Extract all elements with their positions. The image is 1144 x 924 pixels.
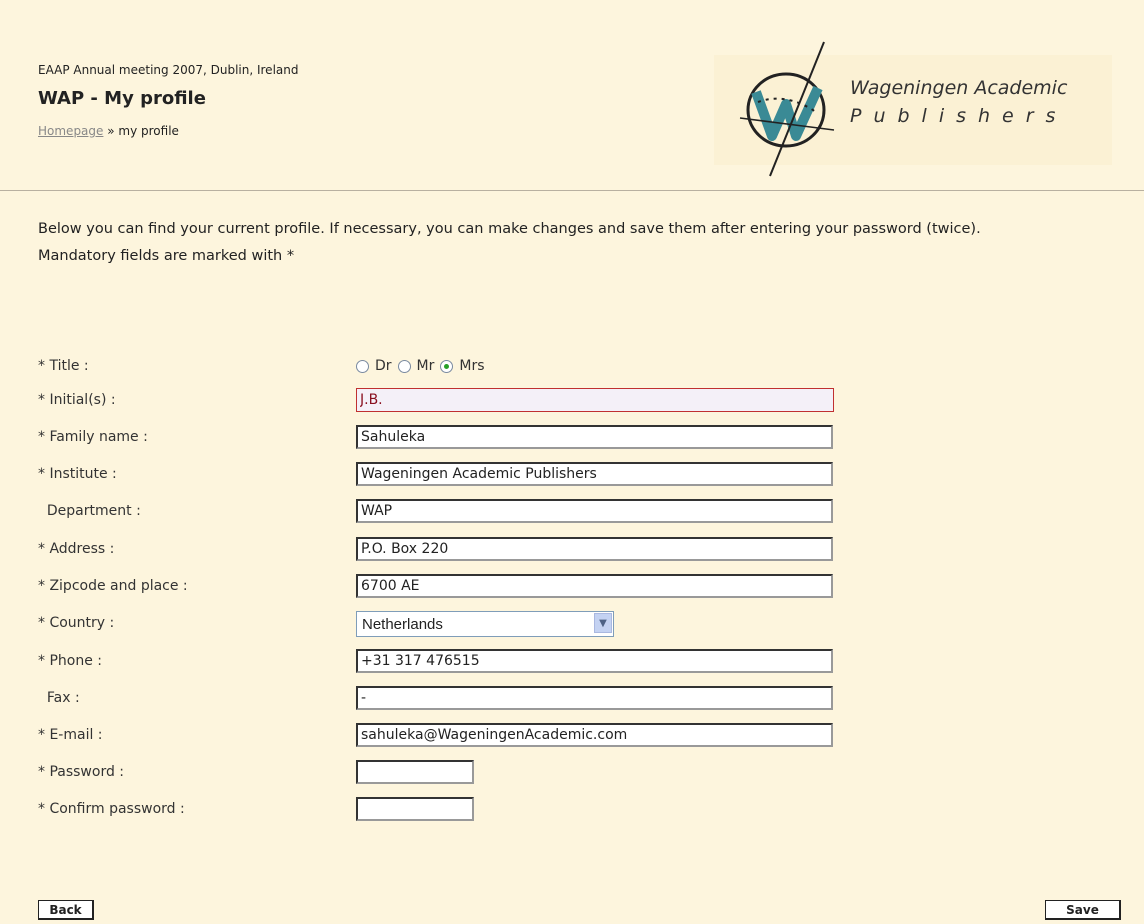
event-name: EAAP Annual meeting 2007, Dublin, Irelan… [38, 63, 299, 77]
country-row: * Country : Netherlands ▼ [38, 611, 1128, 637]
radio-dr-icon [356, 359, 369, 373]
country-selected-value: Netherlands [362, 616, 443, 633]
family-name-label: * Family name : [38, 429, 148, 445]
title-radio-dr[interactable]: Dr [356, 358, 392, 374]
page-title: WAP - My profile [38, 88, 206, 109]
institute-row: * Institute : [38, 462, 1128, 488]
publisher-logo: Wageningen Academic Publishers [714, 41, 1112, 177]
back-button[interactable]: Back [38, 900, 94, 920]
department-label: Department : [38, 503, 141, 519]
confirm-password-label: * Confirm password : [38, 801, 185, 817]
password-label: * Password : [38, 764, 125, 780]
initials-label: * Initial(s) : [38, 392, 116, 408]
radio-mr-label: Mr [416, 358, 435, 374]
zipcode-label: * Zipcode and place : [38, 578, 188, 594]
zipcode-input[interactable] [356, 574, 833, 598]
save-button[interactable]: Save [1045, 900, 1121, 920]
breadcrumb-current: my profile [118, 124, 179, 138]
country-label: * Country : [38, 615, 115, 631]
confirm-password-input[interactable] [356, 797, 474, 821]
email-row: * E-mail : [38, 723, 1128, 749]
title-radio-group: Dr Mr Mrs [356, 358, 491, 374]
phone-label: * Phone : [38, 653, 102, 669]
radio-mrs-icon [440, 359, 454, 373]
family-name-input[interactable] [356, 425, 833, 449]
mandatory-note: Mandatory fields are marked with * [38, 248, 295, 264]
page-header: EAAP Annual meeting 2007, Dublin, Irelan… [0, 0, 1144, 192]
radio-mr-icon [397, 359, 411, 373]
initials-input[interactable] [356, 388, 834, 412]
logo-text-line2: Publishers [850, 105, 1068, 127]
address-row: * Address : [38, 537, 1128, 563]
logo-text-line1: Wageningen Academic [850, 77, 1068, 99]
wap-logo-icon [739, 41, 835, 177]
initials-row: * Initial(s) : [38, 388, 1128, 414]
confirm-password-row: * Confirm password : [38, 797, 1128, 823]
intro-text: Below you can find your current profile.… [38, 216, 1128, 270]
department-input[interactable] [356, 499, 833, 523]
address-input[interactable] [356, 537, 833, 561]
phone-row: * Phone : [38, 649, 1128, 675]
address-label: * Address : [38, 541, 115, 557]
institute-input[interactable] [356, 462, 833, 486]
fax-input[interactable] [356, 686, 833, 710]
intro-description: Below you can find your current profile.… [38, 221, 981, 237]
title-radio-mr[interactable]: Mr [397, 358, 435, 374]
chevron-down-icon[interactable]: ▼ [594, 613, 612, 633]
header-divider [0, 190, 1144, 191]
password-input[interactable] [356, 760, 474, 784]
fax-label: Fax : [38, 690, 80, 706]
title-radio-mrs[interactable]: Mrs [440, 358, 485, 374]
title-label: * Title : [38, 358, 89, 374]
password-row: * Password : [38, 760, 1128, 786]
breadcrumb-separator: » [103, 124, 119, 138]
email-input[interactable] [356, 723, 833, 747]
country-select[interactable]: Netherlands ▼ [356, 611, 614, 637]
zipcode-row: * Zipcode and place : [38, 574, 1128, 600]
email-label: * E-mail : [38, 727, 103, 743]
radio-dr-label: Dr [375, 358, 392, 374]
breadcrumb: Homepage » my profile [38, 124, 179, 138]
department-row: Department : [38, 499, 1128, 525]
fax-row: Fax : [38, 686, 1128, 712]
institute-label: * Institute : [38, 466, 117, 482]
family-name-row: * Family name : [38, 425, 1128, 451]
radio-mrs-label: Mrs [459, 358, 485, 374]
breadcrumb-homepage-link[interactable]: Homepage [38, 124, 103, 138]
title-row: * Title : Dr Mr Mrs [38, 354, 1128, 380]
phone-input[interactable] [356, 649, 833, 673]
